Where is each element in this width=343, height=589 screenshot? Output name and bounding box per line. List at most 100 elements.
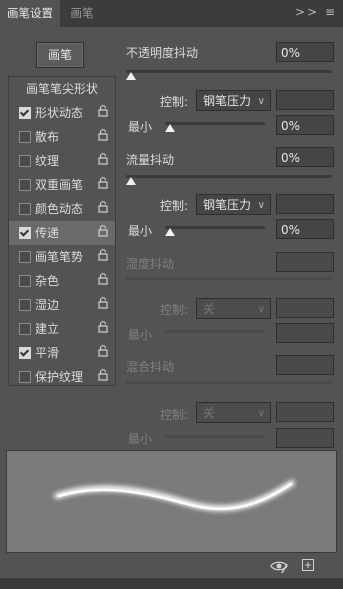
sidebar-item-label: 建立 (35, 322, 60, 336)
opacity-jitter-label: 不透明度抖动 (126, 46, 199, 60)
sidebar-item-label: 画笔笔势 (35, 250, 84, 264)
lock-icon[interactable] (98, 245, 110, 269)
tab-brushes[interactable]: 画笔 (62, 0, 102, 27)
sidebar-item-label: 保护纹理 (35, 370, 84, 384)
checkbox[interactable] (19, 155, 31, 167)
checkbox[interactable] (19, 371, 31, 383)
lock-icon[interactable] (98, 221, 110, 245)
control1-label: 控制: (160, 95, 189, 109)
lock-icon[interactable] (98, 101, 110, 125)
sidebar-item[interactable]: 双重画笔 (9, 173, 115, 197)
sidebar-item-label: 杂色 (35, 274, 60, 288)
checkbox[interactable] (19, 251, 31, 263)
sidebar-item[interactable]: 画笔笔势 (9, 245, 115, 269)
lock-icon[interactable] (98, 197, 110, 221)
checkbox[interactable] (19, 203, 31, 215)
wetness-jitter-slider (126, 277, 332, 280)
new-preset-icon[interactable] (302, 559, 314, 574)
flow-jitter-label: 流量抖动 (126, 153, 175, 167)
min4-field (276, 428, 334, 448)
opacity-jitter-thumb[interactable] (126, 72, 136, 80)
lock-icon[interactable] (98, 293, 110, 317)
checkbox[interactable] (19, 299, 31, 311)
min2-thumb[interactable] (165, 228, 175, 236)
flow-jitter-field[interactable]: 0% (276, 147, 334, 167)
lock-icon[interactable] (98, 269, 110, 293)
tab-brushes-label: 画笔 (70, 6, 94, 20)
chevron-down-icon: ∨ (257, 96, 265, 107)
lock-icon[interactable] (98, 125, 110, 149)
control4-value: 关 (203, 406, 216, 420)
min4-label: 最小 (128, 432, 153, 446)
sidebar-item[interactable]: 形状动态 (9, 101, 115, 125)
sidebar-item-label: 颜色动态 (35, 202, 84, 216)
mix-jitter-slider (126, 381, 332, 384)
control1-select[interactable]: 钢笔压力 ∨ (196, 90, 271, 111)
checkbox[interactable] (19, 323, 31, 335)
control3-label: 控制: (160, 303, 189, 317)
min2-slider[interactable] (165, 226, 265, 236)
sidebar-item[interactable]: 颜色动态 (9, 197, 115, 221)
wetness-jitter-label: 湿度抖动 (126, 257, 175, 271)
brush-stroke-preview (6, 450, 337, 553)
checkbox[interactable] (19, 179, 31, 191)
sidebar-item-label: 双重画笔 (35, 178, 84, 192)
panel-menu-icon[interactable]: >> ≡ (295, 5, 337, 19)
lock-icon[interactable] (98, 317, 110, 341)
min3-field (276, 323, 334, 343)
brush-presets-button[interactable]: 画笔 (36, 42, 84, 68)
sidebar-item[interactable]: 杂色 (9, 269, 115, 293)
lock-icon[interactable] (98, 173, 110, 197)
control1-value: 钢笔压力 (203, 94, 252, 108)
control4-select: 关 ∨ (196, 402, 271, 423)
wetness-jitter-field (276, 252, 334, 272)
flow-jitter-slider[interactable] (126, 175, 332, 185)
sidebar-item[interactable]: 纹理 (9, 149, 115, 173)
tab-brush-settings[interactable]: 画笔设置 (0, 0, 60, 27)
control4-label: 控制: (160, 408, 189, 422)
checkbox[interactable] (19, 347, 31, 359)
min1-thumb[interactable] (165, 124, 175, 132)
lock-icon[interactable] (98, 149, 110, 173)
checkbox[interactable] (19, 107, 31, 119)
min3-label: 最小 (128, 328, 153, 342)
control2-label: 控制: (160, 199, 189, 213)
min1-field[interactable]: 0% (276, 115, 334, 135)
control2-select[interactable]: 钢笔压力 ∨ (196, 194, 271, 215)
brush-tip-shape-label: 画笔笔尖形状 (25, 82, 98, 96)
sidebar-item-label: 传递 (35, 226, 60, 240)
panel-footer (0, 578, 343, 589)
sidebar-item[interactable]: 建立 (9, 317, 115, 341)
control3-select: 关 ∨ (196, 298, 271, 319)
sidebar-item-label: 形状动态 (35, 106, 84, 120)
brush-tip-shape-item[interactable]: 画笔笔尖形状 (9, 77, 115, 101)
lock-icon[interactable] (98, 341, 110, 365)
eye-slash-icon[interactable] (270, 558, 288, 577)
checkbox[interactable] (19, 131, 31, 143)
checkbox[interactable] (19, 275, 31, 287)
mix-jitter-field (276, 355, 334, 375)
control1-extra-field[interactable] (276, 90, 334, 110)
sidebar-item[interactable]: 传递 (9, 221, 115, 245)
min1-slider[interactable] (165, 122, 265, 132)
opacity-jitter-slider[interactable] (126, 70, 332, 80)
mix-jitter-label: 混合抖动 (126, 360, 175, 374)
sidebar-item[interactable]: 平滑 (9, 341, 115, 365)
control2-extra-field[interactable] (276, 194, 334, 214)
opacity-jitter-field[interactable]: 0% (276, 42, 334, 62)
flow-jitter-thumb[interactable] (126, 177, 136, 185)
brush-settings-list: 画笔笔尖形状 形状动态散布纹理双重画笔颜色动态传递画笔笔势杂色湿边建立平滑保护纹… (8, 76, 116, 386)
lock-icon[interactable] (98, 365, 110, 389)
chevron-down-icon: ∨ (257, 200, 265, 211)
control2-value: 钢笔压力 (203, 198, 252, 212)
sidebar-item-label: 纹理 (35, 154, 60, 168)
brush-stroke-icon (54, 480, 295, 512)
min2-field[interactable]: 0% (276, 219, 334, 239)
chevron-down-icon: ∨ (257, 408, 265, 419)
sidebar-item[interactable]: 散布 (9, 125, 115, 149)
min1-label: 最小 (128, 120, 153, 134)
sidebar-item[interactable]: 湿边 (9, 293, 115, 317)
checkbox[interactable] (19, 227, 31, 239)
sidebar-item-label: 散布 (35, 130, 60, 144)
sidebar-item[interactable]: 保护纹理 (9, 365, 115, 389)
